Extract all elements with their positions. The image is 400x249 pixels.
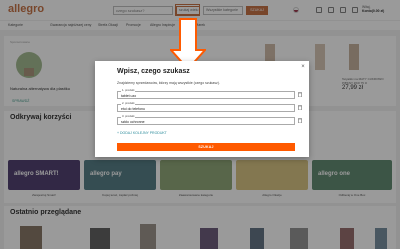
dialog-description: Znajdziemy sprzedawców, którzy mają wszy… xyxy=(117,81,220,85)
trash-icon[interactable] xyxy=(298,118,302,123)
field-value[interactable]: tablet uzo xyxy=(121,94,136,98)
field-label: 3. produkt xyxy=(121,114,136,118)
product-field-3[interactable]: 3. produkt szkło ochronne xyxy=(117,114,295,125)
product-field-2[interactable]: 2. produkt etui do telefonu xyxy=(117,101,295,112)
field-label: 2. produkt xyxy=(121,101,136,105)
close-icon[interactable]: × xyxy=(300,64,306,70)
search-submit-button[interactable]: SZUKAJ xyxy=(117,143,295,151)
dialog-title: Wpisz, czego szukasz xyxy=(117,68,190,75)
trash-icon[interactable] xyxy=(298,105,302,110)
multi-search-dialog: Wpisz, czego szukasz × Znajdziemy sprzed… xyxy=(95,61,309,157)
field-label: 1. produkt xyxy=(121,88,136,92)
field-value[interactable]: etui do telefonu xyxy=(121,107,145,111)
trash-icon[interactable] xyxy=(298,92,302,97)
product-field-1[interactable]: 1. produkt tablet uzo xyxy=(117,88,295,99)
add-product-link[interactable]: + DODAJ KOLEJNY PRODUKT xyxy=(117,131,167,135)
field-value[interactable]: szkło ochronne xyxy=(121,120,145,124)
